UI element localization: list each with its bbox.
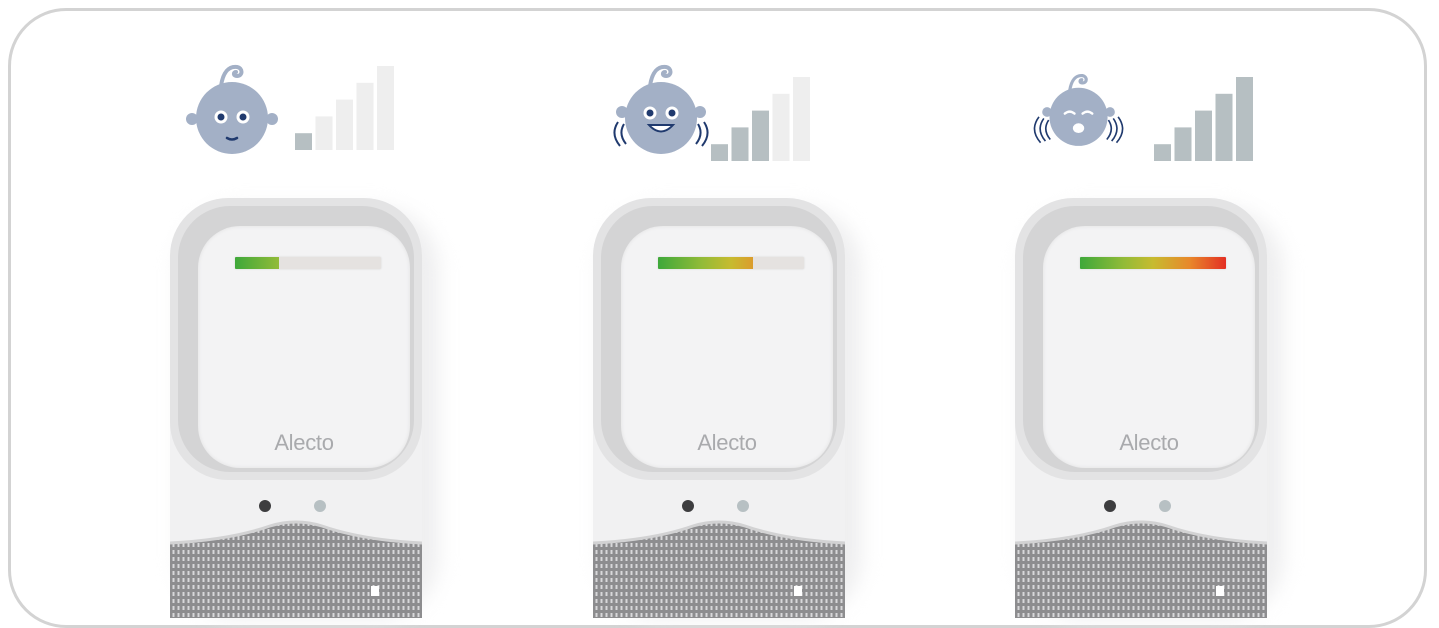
signal-bar [1215, 93, 1233, 161]
panel-crying: Alecto [1010, 0, 1310, 618]
status-led [737, 500, 749, 512]
signal-bar [1236, 77, 1253, 161]
panel-calm: Alecto [165, 0, 465, 618]
power-led [682, 500, 694, 512]
baby-calm-icon [186, 64, 278, 154]
signal-bar [1195, 110, 1212, 161]
device-body: Alecto [170, 198, 422, 618]
device-screen: Alecto [621, 226, 833, 468]
brand-logo: Alecto [697, 430, 757, 455]
signal-bar [1154, 144, 1171, 161]
device-body: Alecto [1015, 198, 1267, 618]
speaker-grille [1015, 520, 1267, 618]
signal-bar [752, 110, 769, 161]
status-led [314, 500, 326, 512]
signal-bar [772, 93, 790, 161]
signal-bar [711, 144, 728, 161]
signal-bar [315, 116, 333, 150]
baby-unit-device: Alecto [1015, 198, 1283, 618]
baby-babbling-icon [613, 64, 709, 154]
baby-crying-icon [1033, 74, 1124, 146]
sound-level-bar [1080, 257, 1226, 269]
device-screen: Alecto [198, 226, 410, 468]
brand-logo: Alecto [1119, 430, 1179, 455]
signal-bar [1174, 127, 1192, 161]
signal-bar [295, 133, 312, 150]
signal-strength-icon [295, 66, 394, 150]
signal-bar [731, 127, 749, 161]
status-led [1159, 500, 1171, 512]
baby-unit-device: Alecto [170, 198, 438, 618]
signal-bar [377, 66, 394, 150]
speaker-grille [593, 520, 845, 618]
power-led [1104, 500, 1116, 512]
signal-bar [793, 77, 810, 161]
signal-bar [336, 99, 353, 150]
signal-strength-icon [1154, 77, 1253, 161]
signal-strength-icon [711, 77, 810, 161]
signal-bar [356, 82, 374, 150]
panel-babbling: Alecto [588, 0, 888, 618]
speaker-grille [170, 520, 422, 618]
power-led [259, 500, 271, 512]
baby-unit-device: Alecto [593, 198, 861, 618]
device-body: Alecto [593, 198, 845, 618]
sound-level-bar [658, 257, 804, 269]
sound-level-bar [235, 257, 381, 269]
device-screen: Alecto [1043, 226, 1255, 468]
brand-logo: Alecto [274, 430, 334, 455]
